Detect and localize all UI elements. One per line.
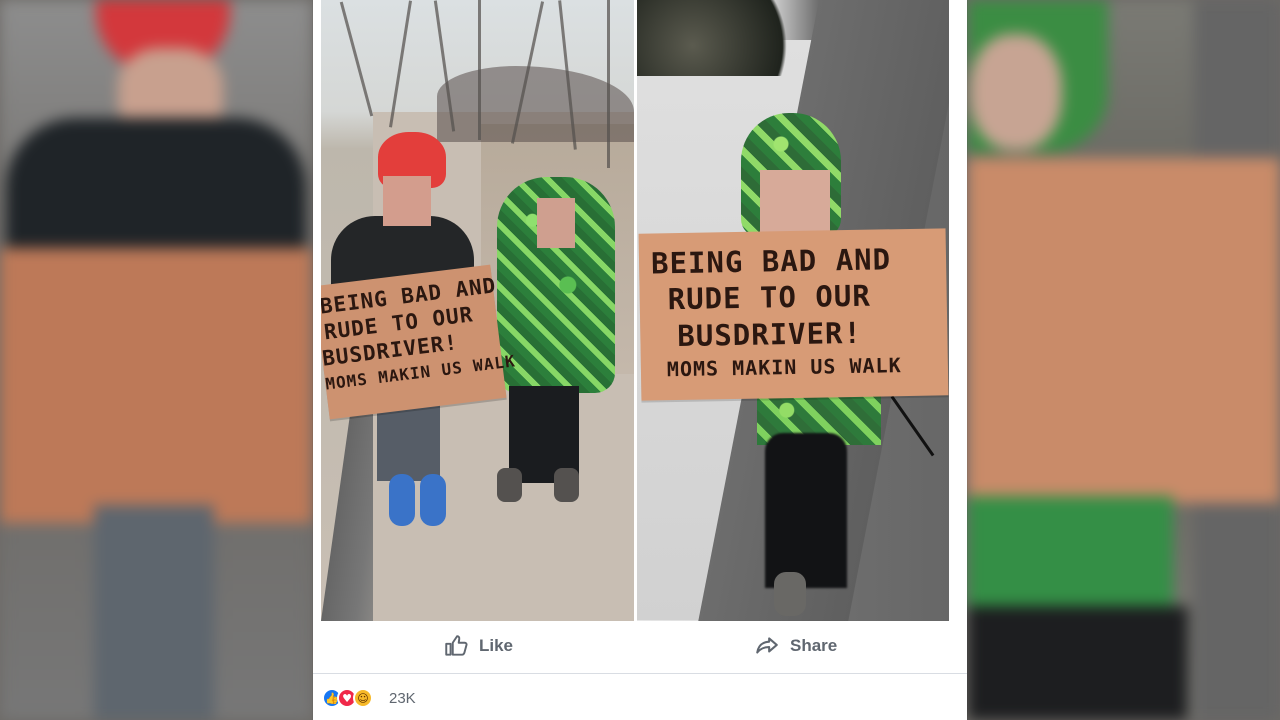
share-label: Share	[790, 636, 838, 655]
like-label: Like	[479, 636, 514, 655]
blue-boot	[389, 474, 415, 526]
blurred-cardboard-sign	[0, 248, 312, 523]
blurred-right-background-photo	[968, 0, 1280, 720]
share-arrow-icon	[756, 637, 778, 654]
shoe	[497, 468, 522, 502]
left-cardboard-sign: BEING BAD AND RUDE TO OUR BUSDRIVER! MOM…	[321, 264, 517, 420]
blurred-black-pants	[968, 606, 1188, 720]
black-pants	[765, 433, 847, 588]
sign-text-line: MOMS MAKIN US WALK	[666, 353, 902, 382]
bare-brush	[437, 66, 634, 142]
blue-boot	[420, 474, 446, 526]
blurred-green-jacket	[968, 496, 1173, 622]
pixelated-child-face	[537, 198, 575, 248]
roadside-bush	[637, 0, 823, 76]
thumbs-up-icon	[445, 635, 468, 656]
right-cardboard-sign: BEING BAD AND RUDE TO OUR BUSDRIVER! MOM…	[638, 228, 949, 401]
sign-text-line: BEING BAD AND	[650, 242, 892, 281]
shoe	[554, 468, 579, 502]
reaction-icon-stack: 👍 ♥ ☺	[322, 688, 384, 710]
reaction-summary[interactable]: 👍 ♥ ☺ 23K	[313, 674, 967, 720]
bare-tree	[478, 0, 481, 140]
like-button[interactable]: Like	[443, 633, 513, 659]
sign-text-line: BUSDRIVER!	[677, 315, 863, 354]
facebook-post-screenshot: BEING BAD AND RUDE TO OUR BUSDRIVER! MOM…	[0, 0, 1280, 720]
reaction-count: 23K	[389, 690, 416, 707]
bare-tree	[607, 0, 610, 168]
pixelated-child-face	[383, 176, 431, 226]
backpack-strap	[890, 395, 935, 457]
facebook-post-card: BEING BAD AND RUDE TO OUR BUSDRIVER! MOM…	[313, 0, 967, 720]
right-post-photo[interactable]: BEING BAD AND RUDE TO OUR BUSDRIVER! MOM…	[637, 0, 949, 621]
blurred-child-legs	[94, 505, 214, 720]
post-action-bar: Like Share	[313, 621, 967, 674]
blurred-cardboard-sign	[968, 158, 1280, 503]
pixelated-child-face	[760, 170, 830, 238]
blurred-left-background-photo	[0, 0, 312, 720]
sign-text-line: RUDE TO OUR	[667, 278, 872, 317]
shoe	[774, 572, 806, 616]
haha-reaction-icon: ☺	[353, 688, 373, 708]
bare-tree	[339, 1, 374, 117]
share-button[interactable]: Share	[754, 633, 837, 659]
left-post-photo[interactable]: BEING BAD AND RUDE TO OUR BUSDRIVER! MOM…	[321, 0, 634, 621]
blurred-child-face	[970, 34, 1062, 150]
bare-tree	[389, 0, 412, 128]
